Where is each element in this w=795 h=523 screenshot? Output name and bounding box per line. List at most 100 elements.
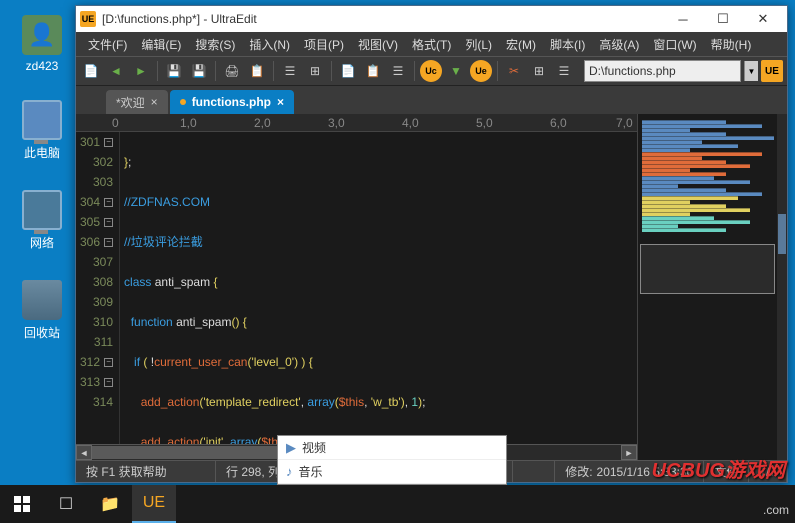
desktop-icon-recyclebin[interactable]: 回收站 bbox=[12, 280, 72, 341]
ultraedit-window: UE [D:\functions.php*] - UltraEdit ─ ☐ ✕… bbox=[75, 5, 788, 483]
tab-close-icon[interactable]: × bbox=[151, 95, 158, 109]
explorer-panel[interactable]: ▶视频 ♪音乐 bbox=[277, 435, 507, 485]
menu-script[interactable]: 脚本(I) bbox=[544, 34, 591, 55]
tab-label: *欢迎 bbox=[116, 94, 145, 111]
menu-column[interactable]: 列(L) bbox=[459, 34, 498, 55]
pc-icon bbox=[22, 100, 62, 140]
app-icon: UE bbox=[80, 11, 96, 27]
menu-format[interactable]: 格式(T) bbox=[406, 34, 457, 55]
separator bbox=[157, 61, 158, 81]
user-icon: 👤 bbox=[22, 15, 62, 55]
desktop-icon-zd423[interactable]: 👤 zd423 bbox=[12, 15, 72, 73]
tool-button[interactable]: ☰ bbox=[387, 60, 409, 82]
fold-icon[interactable]: − bbox=[104, 198, 113, 207]
window-title: [D:\functions.php*] - UltraEdit bbox=[102, 12, 663, 26]
separator bbox=[414, 61, 415, 81]
ruler-mark: 0 bbox=[112, 116, 119, 130]
menu-project[interactable]: 项目(P) bbox=[298, 34, 350, 55]
menu-window[interactable]: 窗口(W) bbox=[647, 34, 702, 55]
back-button[interactable]: ◄ bbox=[105, 60, 127, 82]
code-area[interactable]: 301− 302 303 304− 305− 306− 307 308 309 … bbox=[76, 132, 637, 444]
desktop-icon-network[interactable]: 网络 bbox=[12, 190, 72, 251]
minimize-button[interactable]: ─ bbox=[663, 6, 703, 32]
print-button[interactable]: 🖨 bbox=[221, 60, 243, 82]
explorer-item-music[interactable]: ♪音乐 bbox=[278, 460, 506, 484]
fold-icon[interactable]: − bbox=[104, 218, 113, 227]
ue-logo-button[interactable]: UE bbox=[761, 60, 783, 82]
fold-icon[interactable]: − bbox=[104, 138, 113, 147]
menu-macro[interactable]: 宏(M) bbox=[500, 34, 542, 55]
forward-button[interactable]: ► bbox=[130, 60, 152, 82]
system-tray[interactable]: .com bbox=[763, 503, 789, 517]
windows-icon bbox=[14, 496, 30, 512]
saveas-button[interactable]: 💾 bbox=[188, 60, 210, 82]
menu-view[interactable]: 视图(V) bbox=[352, 34, 404, 55]
modified-dot-icon bbox=[180, 99, 186, 105]
ruler-mark: 6,0 bbox=[550, 116, 567, 130]
separator bbox=[497, 61, 498, 81]
explorer-taskbar-button[interactable]: 📁 bbox=[88, 485, 132, 523]
down-button[interactable]: ▼ bbox=[445, 60, 467, 82]
menu-advanced[interactable]: 高级(A) bbox=[593, 34, 645, 55]
menu-edit[interactable]: 编辑(E) bbox=[135, 34, 187, 55]
ruler-mark: 7,0 bbox=[616, 116, 633, 130]
ruler-mark: 2,0 bbox=[254, 116, 271, 130]
path-dropdown-button[interactable]: ▼ bbox=[744, 61, 758, 81]
fold-icon[interactable]: − bbox=[104, 238, 113, 247]
ruler-mark: 5,0 bbox=[476, 116, 493, 130]
fold-icon[interactable]: − bbox=[104, 378, 113, 387]
tool-button[interactable]: ⊞ bbox=[304, 60, 326, 82]
separator bbox=[331, 61, 332, 81]
ultraedit-taskbar-button[interactable]: UE bbox=[132, 485, 176, 523]
taskview-button[interactable]: ☐ bbox=[44, 485, 88, 523]
path-input[interactable]: D:\functions.php bbox=[584, 60, 741, 82]
desktop-icon-label: 网络 bbox=[12, 234, 72, 251]
minimap-viewport[interactable] bbox=[640, 244, 775, 294]
fold-icon[interactable]: − bbox=[104, 358, 113, 367]
minimap-scrollbar[interactable] bbox=[777, 114, 787, 460]
menu-help[interactable]: 帮助(H) bbox=[705, 34, 758, 55]
tool-button[interactable]: ☰ bbox=[279, 60, 301, 82]
cut-button[interactable]: ✂ bbox=[503, 60, 525, 82]
titlebar[interactable]: UE [D:\functions.php*] - UltraEdit ─ ☐ ✕ bbox=[76, 6, 787, 32]
minimap-thumb[interactable] bbox=[778, 214, 786, 254]
explorer-item-video[interactable]: ▶视频 bbox=[278, 436, 506, 460]
taskbar: ☐ 📁 UE bbox=[0, 485, 795, 523]
video-icon: ▶ bbox=[286, 440, 296, 456]
separator bbox=[273, 61, 274, 81]
maximize-button[interactable]: ☐ bbox=[703, 6, 743, 32]
scroll-left-button[interactable]: ◄ bbox=[76, 445, 92, 460]
uc-button[interactable]: Uc bbox=[420, 60, 442, 82]
menu-file[interactable]: 文件(F) bbox=[82, 34, 133, 55]
print-preview-button[interactable]: 📋 bbox=[246, 60, 268, 82]
desktop-icon-thispc[interactable]: 此电脑 bbox=[12, 100, 72, 161]
tab-welcome[interactable]: *欢迎 × bbox=[106, 90, 168, 114]
save-button[interactable]: 💾 bbox=[163, 60, 185, 82]
recycle-bin-icon bbox=[22, 280, 62, 320]
ue-button[interactable]: Ue bbox=[470, 60, 492, 82]
ruler-mark: 1,0 bbox=[180, 116, 197, 130]
toolbar: 📄 ◄ ► 💾 💾 🖨 📋 ☰ ⊞ 📄 📋 ☰ Uc ▼ Ue ✂ ⊞ ☰ D:… bbox=[76, 56, 787, 86]
scroll-right-button[interactable]: ► bbox=[621, 445, 637, 460]
menu-search[interactable]: 搜索(S) bbox=[189, 34, 241, 55]
grid-button[interactable]: ⊞ bbox=[528, 60, 550, 82]
tab-functions[interactable]: functions.php × bbox=[170, 90, 294, 114]
code-text[interactable]: }; //ZDFNAS.COM //垃圾评论拦截 class anti_spam… bbox=[120, 132, 637, 444]
start-button[interactable] bbox=[0, 485, 44, 523]
editor-main: 0 1,0 2,0 3,0 4,0 5,0 6,0 7,0 301− 302 3… bbox=[76, 114, 637, 460]
minimap[interactable]: ▬▬▬▬▬▬▬▬▬▬▬▬▬▬▬▬▬▬▬▬▬▬▬▬▬▬▬▬▬▬▬▬▬▬▬▬▬▬▬▬… bbox=[637, 114, 787, 460]
menubar: 文件(F) 编辑(E) 搜索(S) 插入(N) 项目(P) 视图(V) 格式(T… bbox=[76, 32, 787, 56]
copy-button[interactable]: 📄 bbox=[337, 60, 359, 82]
new-file-button[interactable]: 📄 bbox=[80, 60, 102, 82]
tab-close-icon[interactable]: × bbox=[277, 95, 284, 109]
menu-insert[interactable]: 插入(N) bbox=[243, 34, 296, 55]
tab-bar: *欢迎 × functions.php × bbox=[76, 86, 787, 114]
ruler-mark: 3,0 bbox=[328, 116, 345, 130]
list-button[interactable]: ☰ bbox=[553, 60, 575, 82]
paste-button[interactable]: 📋 bbox=[362, 60, 384, 82]
desktop-icon-label: 此电脑 bbox=[12, 144, 72, 161]
ruler-mark: 4,0 bbox=[402, 116, 419, 130]
tray-text: .com bbox=[763, 503, 789, 517]
editor-container: 0 1,0 2,0 3,0 4,0 5,0 6,0 7,0 301− 302 3… bbox=[76, 114, 787, 460]
close-button[interactable]: ✕ bbox=[743, 6, 783, 32]
